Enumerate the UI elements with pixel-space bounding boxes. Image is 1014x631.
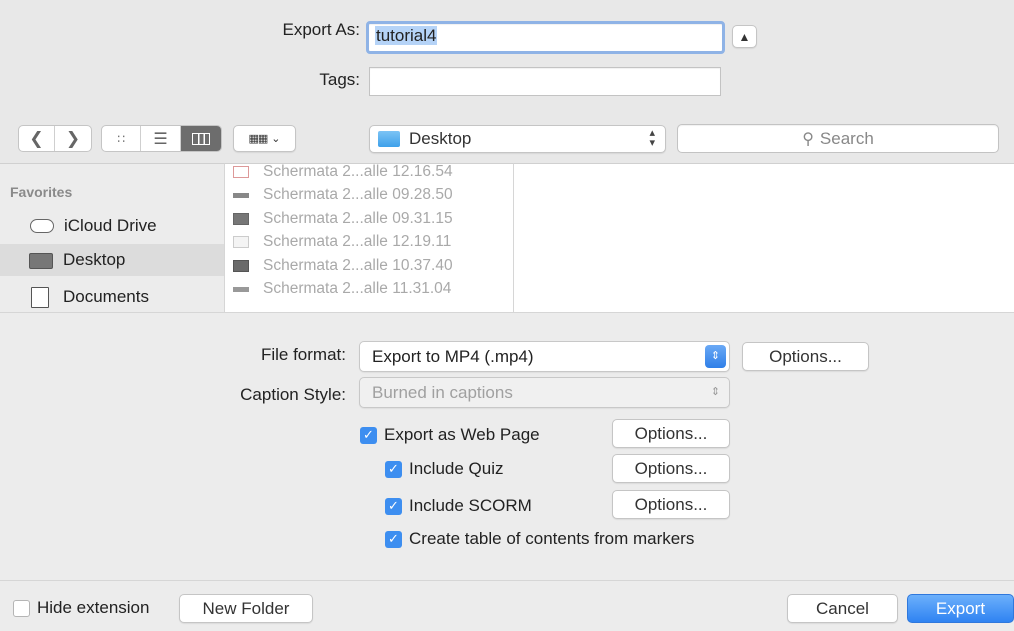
location-popup[interactable]: Desktop ▴ ▾ — [369, 125, 666, 153]
sidebar-item-documents[interactable]: Documents — [0, 281, 224, 313]
checkmark-icon: ✓ — [385, 530, 402, 548]
favorites-heading: Favorites — [10, 184, 73, 200]
file-item[interactable]: Schermata 2...alle 12.19.11 — [225, 231, 513, 255]
back-button[interactable]: ❮ — [19, 126, 56, 151]
tags-field[interactable] — [369, 67, 721, 96]
file-item[interactable]: Schermata 2...alle 11.31.04 — [225, 278, 513, 302]
documents-icon — [31, 287, 49, 308]
folder-icon — [378, 131, 400, 147]
export-button[interactable]: Export — [907, 594, 1014, 623]
search-icon: ⚲ — [802, 130, 814, 148]
file-item[interactable]: Schermata 2...alle 12.16.54 — [225, 163, 513, 184]
checkmark-icon: ✓ — [385, 460, 402, 478]
sidebar: Favorites iCloud Drive Desktop Documents — [0, 163, 224, 312]
search-field[interactable]: ⚲ Search — [677, 124, 999, 153]
file-format-options-button[interactable]: Options... — [742, 342, 869, 371]
list-view-button[interactable]: ☰ — [141, 126, 181, 151]
tags-label: Tags: — [319, 70, 360, 89]
checkbox-label: Create table of contents from markers — [409, 529, 695, 548]
chevron-down-icon: ⌄ — [271, 133, 281, 145]
file-item[interactable]: Schermata 2...alle 09.31.15 — [225, 207, 513, 231]
sidebar-item-desktop[interactable]: Desktop — [0, 244, 224, 276]
cloud-icon — [30, 219, 54, 233]
caption-style-popup[interactable]: Burned in captions ⇕ — [359, 377, 730, 408]
sidebar-item-icloud-drive[interactable]: iCloud Drive — [0, 210, 224, 242]
file-item[interactable]: Schermata 2...alle 09.28.50 — [225, 184, 513, 208]
view-mode-control: ∷ ☰ — [101, 125, 222, 152]
include-quiz-checkbox[interactable]: ✓ Include Quiz — [385, 459, 504, 479]
desktop-icon — [29, 253, 53, 269]
chevron-left-icon: ❮ — [29, 128, 44, 148]
search-placeholder: Search — [819, 128, 874, 148]
checkbox-label: Export as Web Page — [384, 425, 540, 444]
caption-style-value: Burned in captions — [372, 382, 513, 402]
caption-style-label: Caption Style: — [240, 385, 346, 404]
sidebar-item-label: Desktop — [63, 250, 126, 269]
file-format-value: Export to MP4 (.mp4) — [372, 346, 534, 366]
sidebar-item-label: Documents — [63, 287, 149, 306]
file-column: Schermata 2...alle 12.16.54 Schermata 2.… — [224, 163, 514, 312]
file-name: Schermata 2...alle 12.19.11 — [263, 233, 452, 251]
save-panel-header: Export As: tutorial4 ▲ Tags: ❮ ❯ ∷ ☰ ▦▦ … — [0, 0, 1014, 163]
image-file-icon — [233, 192, 249, 198]
dialog-footer: Hide extension New Folder Cancel Export — [0, 580, 1014, 631]
nav-buttons: ❮ ❯ — [18, 125, 92, 152]
quiz-options-button[interactable]: Options... — [612, 454, 730, 483]
forward-button[interactable]: ❯ — [55, 126, 91, 151]
chevron-right-icon: ❯ — [65, 128, 81, 148]
checkbox-label: Include SCORM — [409, 496, 532, 515]
icon-view-button[interactable]: ∷ — [102, 126, 142, 151]
file-format-popup[interactable]: Export to MP4 (.mp4) ⇕ — [359, 341, 730, 372]
export-as-label: Export As: — [282, 20, 360, 39]
checkbox-label: Hide extension — [37, 598, 150, 617]
export-as-value: tutorial4 — [375, 26, 438, 45]
hide-extension-checkbox[interactable]: Hide extension — [13, 598, 149, 618]
icon-view-icon: ∷ — [117, 131, 125, 146]
file-name: Schermata 2...alle 10.37.40 — [263, 256, 453, 274]
image-file-icon — [233, 286, 249, 292]
export-web-page-checkbox[interactable]: ✓ Export as Web Page — [360, 425, 540, 445]
up-down-arrows-icon: ⇕ — [705, 345, 726, 368]
checkmark-icon: ✓ — [360, 426, 377, 444]
file-name: Schermata 2...alle 09.28.50 — [263, 186, 453, 204]
file-name: Schermata 2...alle 12.16.54 — [263, 163, 453, 180]
location-label: Desktop — [409, 129, 472, 148]
checkbox-label: Include Quiz — [409, 459, 504, 478]
file-format-label: File format: — [260, 345, 346, 364]
up-down-arrows-icon: ⇕ — [710, 386, 721, 398]
file-name: Schermata 2...alle 09.31.15 — [263, 209, 453, 227]
list-view-icon: ☰ — [153, 130, 168, 148]
file-item[interactable]: Schermata 2...alle 10.37.40 — [225, 254, 513, 278]
collapse-button[interactable]: ▲ — [732, 25, 757, 48]
new-folder-button[interactable]: New Folder — [179, 594, 313, 623]
empty-column — [514, 163, 1014, 312]
chevron-up-icon: ▲ — [738, 29, 751, 44]
web-page-options-button[interactable]: Options... — [612, 419, 730, 448]
image-file-icon — [233, 212, 249, 225]
image-file-icon — [233, 165, 249, 178]
image-file-icon — [233, 259, 249, 272]
arrange-grid-icon: ▦▦ — [248, 133, 268, 145]
create-toc-checkbox[interactable]: ✓ Create table of contents from markers — [385, 529, 694, 549]
checkmark-icon: ✓ — [385, 497, 402, 515]
sidebar-item-label: iCloud Drive — [64, 216, 157, 235]
arrange-button[interactable]: ▦▦ ⌄ — [233, 125, 296, 152]
checkbox-empty-icon — [13, 599, 30, 617]
cancel-button[interactable]: Cancel — [787, 594, 898, 623]
scorm-options-button[interactable]: Options... — [612, 490, 730, 519]
export-options-panel: File format: Export to MP4 (.mp4) ⇕ Opti… — [0, 312, 1014, 580]
up-down-arrows-icon: ▴ ▾ — [649, 127, 655, 149]
export-as-field[interactable]: tutorial4 — [366, 21, 725, 54]
column-view-button[interactable] — [180, 126, 221, 151]
include-scorm-checkbox[interactable]: ✓ Include SCORM — [385, 496, 532, 516]
file-name: Schermata 2...alle 11.31.04 — [263, 280, 452, 298]
column-view-icon — [191, 132, 210, 145]
image-file-icon — [233, 236, 249, 249]
